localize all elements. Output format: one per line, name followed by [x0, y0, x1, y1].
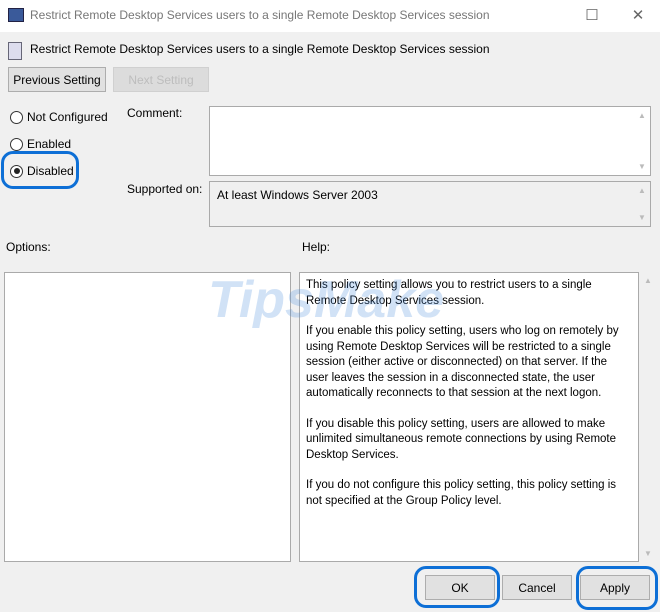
supported-on-field: At least Windows Server 2003 ▲ ▼: [209, 181, 651, 227]
radio-circle[interactable]: [10, 110, 23, 124]
help-label: Help:: [302, 240, 331, 254]
help-paragraph: If you disable this policy setting, user…: [306, 417, 617, 461]
supported-scrollbar[interactable]: ▲ ▼: [634, 182, 650, 226]
supported-on-value: At least Windows Server 2003: [217, 188, 378, 202]
radio-not-configured[interactable]: Not Configured: [10, 110, 108, 124]
window-title: Restrict Remote Desktop Services users t…: [30, 8, 490, 22]
supported-on-label: Supported on:: [127, 182, 203, 196]
radio-label: Enabled: [27, 137, 72, 151]
watermark-logo: TipsMake: [208, 271, 445, 329]
highlight-ok: [414, 566, 500, 608]
maximize-button[interactable]: ☐: [580, 4, 604, 28]
help-paragraph: If you enable this policy setting, users…: [306, 325, 619, 399]
cancel-button[interactable]: Cancel: [502, 575, 572, 600]
help-scrollbar[interactable]: ▲ ▼: [640, 272, 656, 562]
app-icon: [8, 8, 24, 22]
comment-label: Comment:: [127, 106, 183, 120]
close-button[interactable]: ✕: [626, 4, 650, 28]
comment-scrollbar[interactable]: ▲ ▼: [634, 107, 650, 175]
options-label: Options:: [6, 240, 51, 254]
radio-enabled[interactable]: Enabled: [10, 137, 71, 151]
policy-icon: [8, 42, 22, 60]
previous-setting-button[interactable]: Previous Setting: [8, 67, 106, 92]
comment-input[interactable]: ▲ ▼: [209, 106, 651, 176]
next-setting-button[interactable]: Next Setting: [113, 67, 209, 92]
radio-label: Not Configured: [27, 110, 108, 124]
title-bar[interactable]: Restrict Remote Desktop Services users t…: [0, 0, 660, 32]
highlight-apply: [576, 566, 658, 610]
radio-circle[interactable]: [10, 137, 23, 151]
policy-title: Restrict Remote Desktop Services users t…: [30, 42, 490, 56]
help-paragraph: If you do not configure this policy sett…: [306, 479, 617, 507]
highlight-disabled: [1, 151, 79, 189]
